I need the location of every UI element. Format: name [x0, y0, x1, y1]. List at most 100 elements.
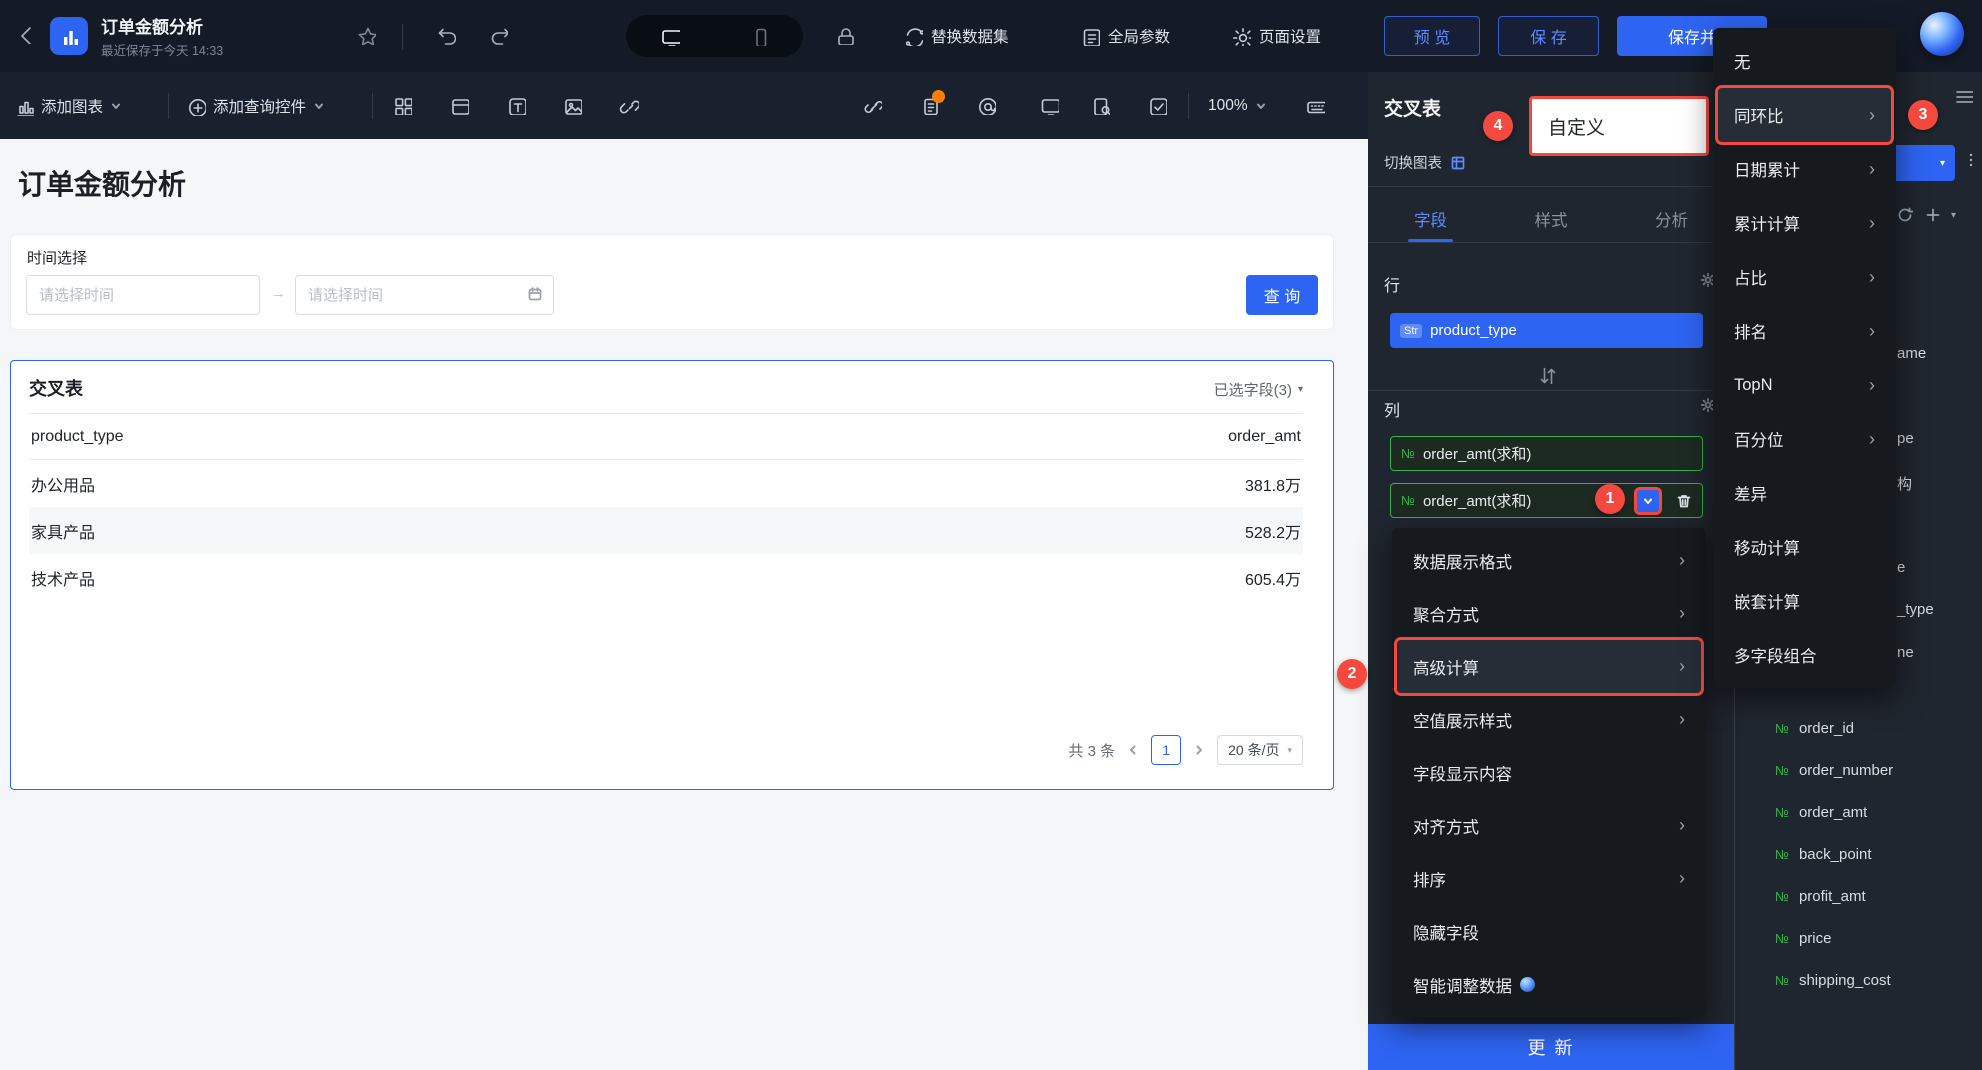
field-menu-caret-button[interactable] — [1634, 486, 1662, 515]
tab-style[interactable]: 样式 — [1535, 199, 1568, 242]
delete-field-trash-icon[interactable] — [1676, 493, 1692, 509]
dataset-field[interactable]: № shipping_cost — [1775, 959, 1893, 1001]
last-saved-text: 最近保存于今天 14:33 — [101, 44, 224, 58]
submenu-item-moving-calc[interactable]: 移动计算 — [1718, 520, 1891, 574]
menu-item-label: 隐藏字段 — [1413, 924, 1479, 943]
row-field-chip[interactable]: Str product_type — [1390, 313, 1703, 348]
cross-table-widget[interactable]: 交叉表 已选字段(3) ▾ product_type order_amt 办公用… — [10, 360, 1334, 790]
lock-icon[interactable] — [834, 25, 854, 45]
favorite-star-icon[interactable] — [356, 25, 376, 45]
zoom-control[interactable]: 100% — [1208, 72, 1267, 139]
swap-rows-cols-icon[interactable] — [1536, 364, 1556, 384]
dataset-field[interactable]: № order_id — [1775, 707, 1893, 749]
component-grid-icon[interactable] — [392, 95, 412, 115]
chevron-right-icon: › — [1869, 212, 1875, 233]
menu-item-advanced-calc[interactable]: 高级计算 › — [1394, 637, 1704, 696]
dataset-field[interactable]: № profit_amt — [1775, 875, 1893, 917]
prev-page-icon[interactable] — [1127, 744, 1139, 756]
submenu-item-difference[interactable]: 差异 — [1718, 466, 1891, 520]
update-label: 更 新 — [1527, 1038, 1575, 1058]
calendar-icon — [527, 286, 543, 302]
add-chart-button[interactable]: 添加图表 — [14, 72, 122, 139]
dataset-field[interactable]: № price — [1775, 917, 1893, 959]
page-size-select[interactable]: 20 条/页 ▾ — [1217, 735, 1303, 765]
submenu-item-none[interactable]: 无 — [1718, 34, 1891, 88]
menu-item-aggregation[interactable]: 聚合方式 › — [1397, 587, 1701, 640]
global-params-icon — [1080, 26, 1100, 46]
next-page-icon[interactable] — [1193, 744, 1205, 756]
menu-item-smart-adjust[interactable]: 智能调整数据 — [1397, 958, 1701, 1011]
col-field-chip[interactable]: № order_amt(求和) — [1390, 436, 1703, 471]
custom-option-overlay[interactable]: 自定义 — [1529, 96, 1709, 156]
page-settings-button[interactable]: 页面设置 — [1231, 0, 1321, 72]
selected-fields-dropdown[interactable]: 已选字段(3) ▾ — [1214, 379, 1303, 400]
back-button[interactable] — [16, 24, 36, 44]
share-link-icon[interactable] — [862, 95, 882, 115]
menu-item-alignment[interactable]: 对齐方式 › — [1397, 799, 1701, 852]
save-button[interactable]: 保 存 — [1498, 16, 1599, 56]
menu-item-field-display[interactable]: 字段显示内容 — [1397, 746, 1701, 799]
submenu-item-rank[interactable]: 排名 › — [1718, 304, 1891, 358]
submenu-item-yoy-mom[interactable]: 同环比 › — [1715, 85, 1894, 145]
kebab-menu-icon[interactable] — [1963, 152, 1979, 168]
collapse-panel-icon[interactable] — [1953, 85, 1973, 105]
link-icon[interactable] — [619, 95, 639, 115]
ai-assistant-button[interactable] — [1920, 12, 1964, 56]
menu-item-sort[interactable]: 排序 › — [1397, 852, 1701, 905]
kanban-card-icon[interactable] — [449, 95, 469, 115]
chevron-right-icon: › — [1679, 656, 1685, 676]
mobile-view-icon[interactable] — [715, 15, 804, 57]
chart-type-title: 交叉表 — [1384, 99, 1442, 120]
tab-fields[interactable]: 字段 — [1408, 199, 1453, 242]
desktop-view-icon[interactable] — [626, 15, 715, 57]
submenu-item-proportion[interactable]: 占比 › — [1718, 250, 1891, 304]
doc-search-icon[interactable] — [1090, 95, 1110, 115]
submenu-item-multi-field[interactable]: 多字段组合 — [1718, 628, 1891, 682]
submenu-item-date-cumulative[interactable]: 日期累计 › — [1718, 142, 1891, 196]
chevron-right-icon: › — [1869, 320, 1875, 341]
device-toggle[interactable] — [626, 15, 803, 57]
undo-icon[interactable] — [436, 25, 456, 45]
keyboard-icon[interactable] — [1305, 95, 1325, 115]
menu-item-data-format[interactable]: 数据展示格式 › — [1397, 534, 1701, 587]
image-icon[interactable] — [562, 95, 582, 115]
mention-comment-icon[interactable] — [976, 95, 996, 115]
refresh-icon[interactable] — [1897, 207, 1913, 223]
submenu-item-topn[interactable]: TopN › — [1718, 358, 1891, 412]
switch-chart-control[interactable]: 切换图表 — [1384, 152, 1466, 173]
submenu-item-nested-calc[interactable]: 嵌套计算 — [1718, 574, 1891, 628]
col-header-product-type: product_type — [31, 427, 124, 445]
dataset-field[interactable]: № order_number — [1775, 749, 1893, 791]
menu-item-null-style[interactable]: 空值展示样式 › — [1397, 693, 1701, 746]
text-block-icon[interactable] — [506, 95, 526, 115]
check-square-icon[interactable] — [1147, 95, 1167, 115]
notes-icon[interactable] — [919, 90, 945, 115]
dataset-field[interactable]: № back_point — [1775, 833, 1893, 875]
divider — [372, 93, 373, 119]
tab-analysis[interactable]: 分析 — [1655, 199, 1688, 242]
date-start-input[interactable] — [26, 275, 260, 315]
add-query-control-button[interactable]: 添加查询控件 — [186, 72, 325, 139]
cell-order-amt: 605.4万 — [1244, 571, 1301, 589]
replace-dataset-button[interactable]: 替换数据集 — [903, 0, 1009, 72]
update-button[interactable]: 更 新 — [1368, 1024, 1734, 1070]
field-name: order_amt(求和) — [1422, 446, 1532, 463]
global-params-button[interactable]: 全局参数 — [1080, 0, 1170, 72]
dataset-field[interactable]: № order_amt — [1775, 791, 1893, 833]
preview-button[interactable]: 预 览 — [1384, 16, 1480, 56]
redo-icon[interactable] — [488, 25, 508, 45]
submenu-item-percentile[interactable]: 百分位 › — [1718, 412, 1891, 466]
menu-item-label: 高级计算 — [1413, 659, 1479, 678]
col-field-chip-active[interactable]: № order_amt(求和) — [1390, 483, 1703, 518]
query-button[interactable]: 查 询 — [1246, 275, 1318, 315]
chevron-down-icon[interactable]: ▾ — [1951, 210, 1956, 221]
page-number[interactable]: 1 — [1151, 735, 1182, 765]
screen-icon[interactable] — [1039, 95, 1059, 115]
date-end-input[interactable] — [295, 275, 554, 315]
menu-item-hide-field[interactable]: 隐藏字段 — [1397, 905, 1701, 958]
add-field-icon[interactable] — [1925, 207, 1941, 223]
cell-product-type: 技术产品 — [31, 571, 96, 589]
submenu-item-running-total[interactable]: 累计计算 › — [1718, 196, 1891, 250]
measure-icon: № — [1775, 888, 1789, 904]
dataset-selector-fragment[interactable]: ▾ — [1887, 145, 1955, 181]
